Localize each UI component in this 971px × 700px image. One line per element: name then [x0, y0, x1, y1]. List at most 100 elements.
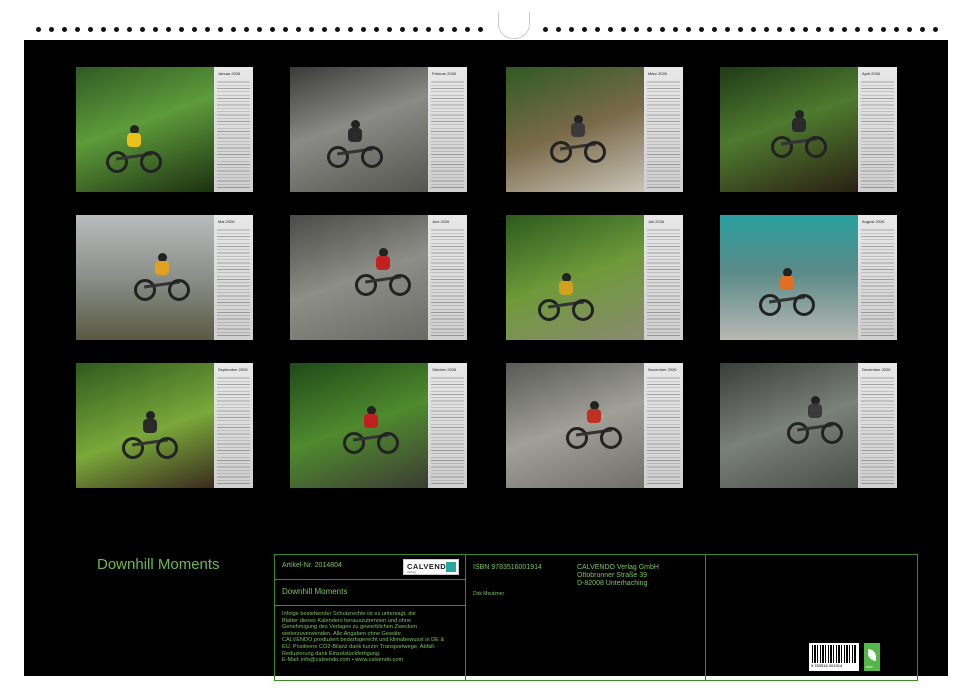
jersey: [587, 409, 601, 423]
bike-photo: [720, 363, 858, 488]
binding-hole: [608, 27, 613, 32]
binding-hole: [179, 27, 184, 32]
binding-hole: [855, 27, 860, 32]
binding-hole: [49, 27, 54, 32]
jersey: [559, 281, 573, 295]
legal-line: CALVENDO produziert bedarfsgerecht und k…: [282, 637, 445, 644]
day-lines: [861, 227, 894, 336]
legal-line: weiterzuverwenden. Alle Angaben ohne Gew…: [282, 630, 403, 637]
binding-hole: [153, 27, 158, 32]
month-grid: August 2026: [858, 215, 897, 340]
rider-icon: [777, 268, 797, 298]
month-grid: Januar 2026: [214, 67, 253, 192]
rider-icon: [789, 110, 809, 140]
rider-icon: [556, 273, 576, 303]
binding-hole: [257, 27, 262, 32]
binding-hole: [88, 27, 93, 32]
day-lines: [647, 79, 680, 188]
month-grid: März 2026: [644, 67, 683, 192]
month-grid: April 2026: [858, 67, 897, 192]
binding-hole: [660, 27, 665, 32]
publisher-line: CALVENDO Verlag GmbH: [577, 564, 659, 571]
binding-hole: [361, 27, 366, 32]
binding-hole: [803, 27, 808, 32]
article-row: Artikel-Nr. 2014804 CALVENDO Verlag: [275, 555, 465, 580]
binding-hole: [881, 27, 886, 32]
binding-hole: [829, 27, 834, 32]
calendar-title-row: Downhill Moments: [275, 579, 465, 606]
day-lines: [861, 375, 894, 484]
month-thumbnail: Juli 2026: [506, 215, 683, 340]
binding-hole: [764, 27, 769, 32]
binding-hole: [543, 27, 548, 32]
month-label: August 2026: [862, 219, 885, 224]
month-label: April 2026: [862, 71, 881, 76]
binding-hole: [322, 27, 327, 32]
legal-line: Infolge bestehender Schutzrechte ist es …: [282, 611, 416, 617]
binding-hole: [725, 27, 730, 32]
legal-line: E-Mail: info@calvendo.com • www.calvendo…: [282, 657, 404, 664]
binding-hole: [478, 27, 483, 32]
month-thumbnail: Dezember 2026: [720, 363, 897, 488]
bike-photo: [506, 215, 644, 340]
month-thumbnail: Oktober 2026: [290, 363, 467, 488]
month-grid: Dezember 2026: [858, 363, 897, 488]
binding-hole: [244, 27, 249, 32]
month-label: Mai 2026: [218, 219, 235, 224]
binding-hole: [907, 27, 912, 32]
binding-hole: [439, 27, 444, 32]
day-lines: [431, 375, 464, 484]
bike-photo: [76, 67, 214, 192]
legal-line: EU. Positivere CO2-Bilanz dank kurzer Tr…: [282, 643, 436, 650]
jersey: [792, 118, 806, 132]
jersey: [780, 276, 794, 290]
rider-icon: [373, 248, 393, 278]
binding-hole: [387, 27, 392, 32]
bike-photo: [720, 67, 858, 192]
info-column-publisher: ISBN 9783516001914 Dirk Meutzner CALVEND…: [465, 555, 706, 680]
binding-hole: [270, 27, 275, 32]
day-lines: [431, 227, 464, 336]
binding-hole: [777, 27, 782, 32]
jersey: [127, 133, 141, 147]
month-grid: November 2026: [644, 363, 683, 488]
publisher-address: CALVENDO Verlag GmbH Ottobrunner Straße …: [577, 564, 659, 588]
bike-photo: [506, 67, 644, 192]
rider-icon: [805, 396, 825, 426]
rider-icon: [361, 406, 381, 436]
binding-hole: [751, 27, 756, 32]
binding-hole: [868, 27, 873, 32]
bike-photo: [290, 67, 428, 192]
binding-hole: [920, 27, 925, 32]
binding-holes: [28, 12, 946, 42]
article-number: Artikel-Nr. 2014804: [282, 562, 342, 569]
day-lines: [861, 79, 894, 188]
binding-hole: [686, 27, 691, 32]
barcode-bars: [812, 645, 856, 663]
binding-hole: [283, 27, 288, 32]
binding-hole: [231, 27, 236, 32]
hanger-notch: [498, 12, 530, 39]
month-grid: Juli 2026: [644, 215, 683, 340]
binding-hole: [556, 27, 561, 32]
rider-icon: [124, 125, 144, 155]
binding-hole: [894, 27, 899, 32]
month-thumbnail: Mai 2026: [76, 215, 253, 340]
month-label: Februar 2026: [432, 71, 457, 76]
month-thumbnail: September 2026: [76, 363, 253, 488]
binding-hole: [426, 27, 431, 32]
binding-hole: [335, 27, 340, 32]
binding-hole: [712, 27, 717, 32]
binding-hole: [101, 27, 106, 32]
binding-hole: [348, 27, 353, 32]
month-grid: September 2026: [214, 363, 253, 488]
publisher-line: D-82008 Unterhaching: [577, 580, 648, 587]
rider-icon: [140, 411, 160, 441]
day-lines: [431, 79, 464, 188]
barcode-number: 9 783516 001914: [811, 663, 843, 668]
month-thumbnail: März 2026: [506, 67, 683, 192]
month-label: Oktober 2026: [432, 367, 457, 372]
bike-photo: [290, 215, 428, 340]
jersey: [155, 261, 169, 275]
eco-label: eco: [866, 664, 873, 669]
